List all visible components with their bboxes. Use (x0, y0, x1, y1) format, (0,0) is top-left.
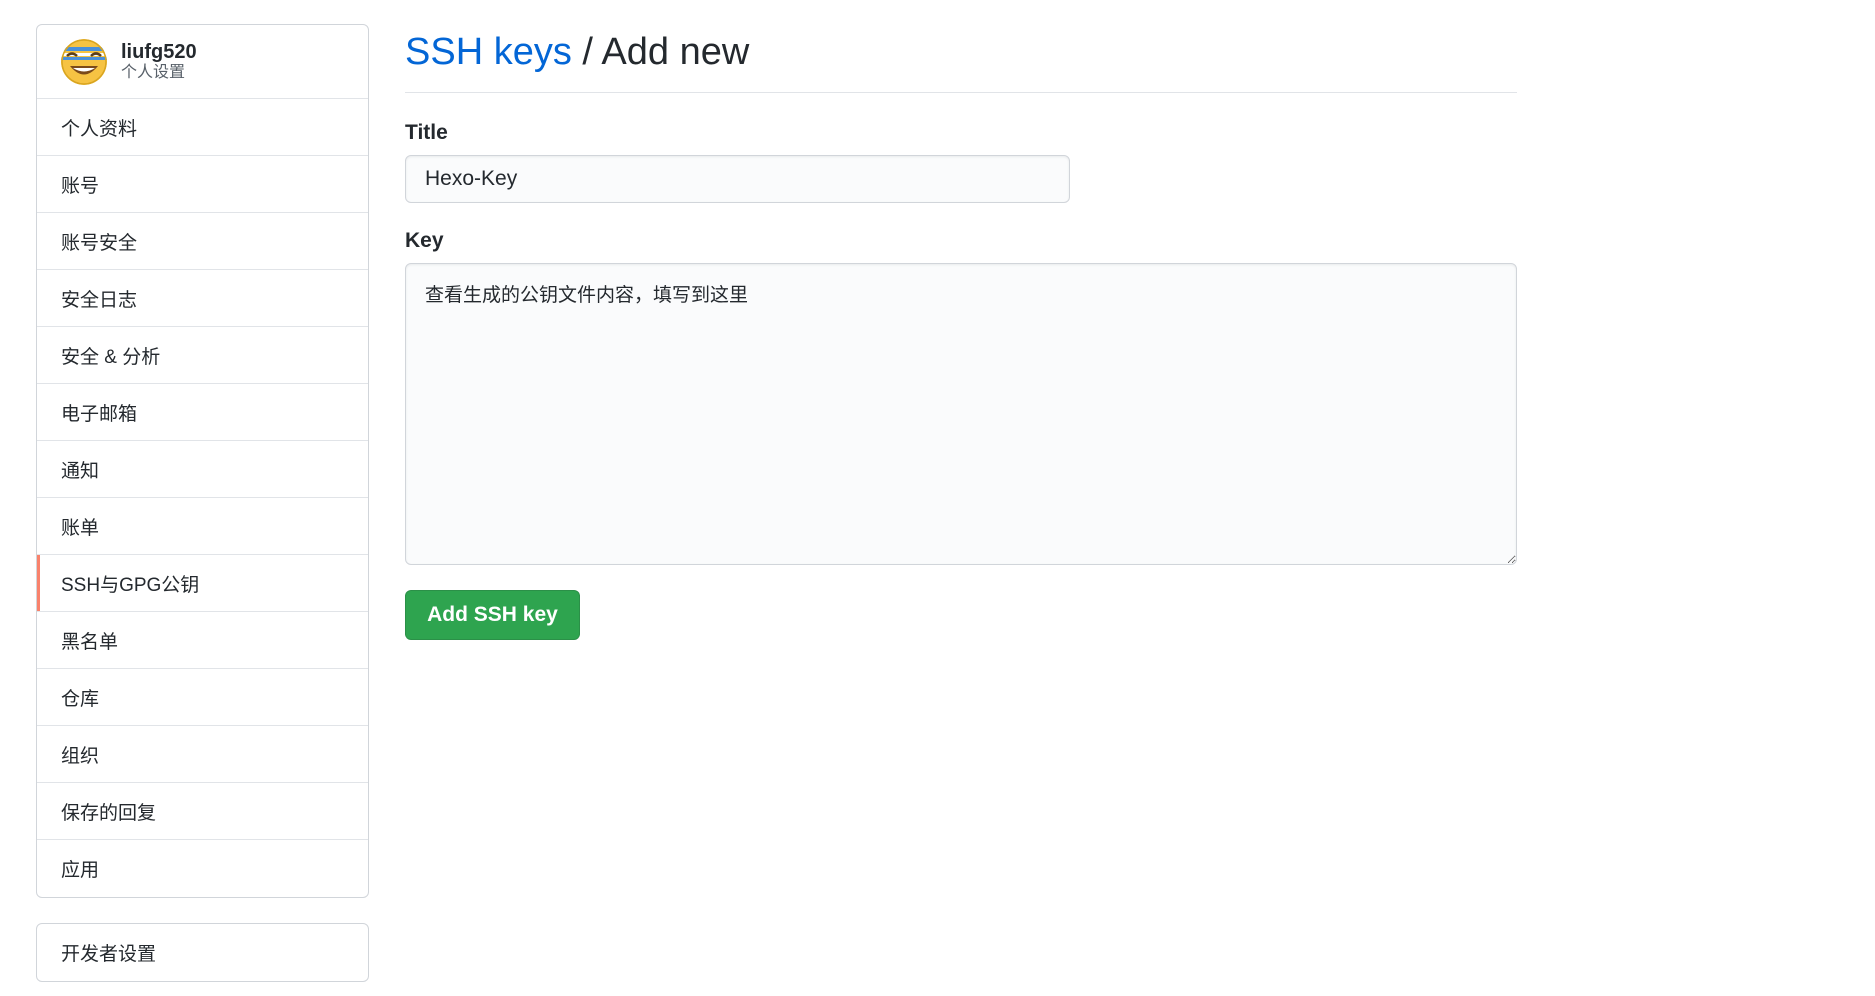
username[interactable]: liufg520 (121, 41, 197, 63)
main-content: SSH keys / Add new Title Key 查看生成的公钥文件内容… (405, 24, 1517, 640)
sidebar-item-saved-replies[interactable]: 保存的回复 (37, 783, 368, 840)
user-header: liufg520 个人设置 (37, 25, 368, 99)
key-textarea[interactable]: 查看生成的公钥文件内容，填写到这里 (405, 263, 1517, 565)
page-title: SSH keys / Add new (405, 24, 1517, 93)
key-label: Key (405, 229, 444, 252)
breadcrumb-ssh-keys-link[interactable]: SSH keys (405, 31, 572, 73)
sidebar-item-notifications[interactable]: 通知 (37, 441, 368, 498)
sidebar-item-account-security[interactable]: 账号安全 (37, 213, 368, 270)
sidebar-item-ssh-gpg-keys[interactable]: SSH与GPG公钥 (37, 555, 368, 612)
sidebar-item-repositories[interactable]: 仓库 (37, 669, 368, 726)
sidebar-item-billing[interactable]: 账单 (37, 498, 368, 555)
smiley-avatar-icon[interactable] (61, 38, 107, 85)
sidebar-item-blocked-users[interactable]: 黑名单 (37, 612, 368, 669)
settings-sidebar: liufg520 个人设置 个人资料 账号 账号安全 安全日志 安全 & 分析 … (36, 24, 369, 982)
sidebar-item-organizations[interactable]: 组织 (37, 726, 368, 783)
add-ssh-key-button[interactable]: Add SSH key (405, 590, 580, 640)
sidebar-item-security-analysis[interactable]: 安全 & 分析 (37, 327, 368, 384)
title-input[interactable] (405, 155, 1070, 203)
sidebar-item-security-log[interactable]: 安全日志 (37, 270, 368, 327)
title-label: Title (405, 121, 448, 144)
sidebar-item-account[interactable]: 账号 (37, 156, 368, 213)
breadcrumb-separator: / (571, 31, 602, 73)
sidebar-item-emails[interactable]: 电子邮箱 (37, 384, 368, 441)
sidebar-item-applications[interactable]: 应用 (37, 840, 368, 897)
settings-menu: liufg520 个人设置 个人资料 账号 账号安全 安全日志 安全 & 分析 … (36, 24, 369, 898)
developer-menu: 开发者设置 (36, 923, 369, 982)
sidebar-item-developer-settings[interactable]: 开发者设置 (37, 924, 368, 981)
sidebar-item-profile[interactable]: 个人资料 (37, 99, 368, 156)
user-info: liufg520 个人设置 (121, 41, 197, 83)
breadcrumb-current: Add new (601, 31, 750, 73)
personal-settings-label: 个人设置 (121, 63, 186, 81)
